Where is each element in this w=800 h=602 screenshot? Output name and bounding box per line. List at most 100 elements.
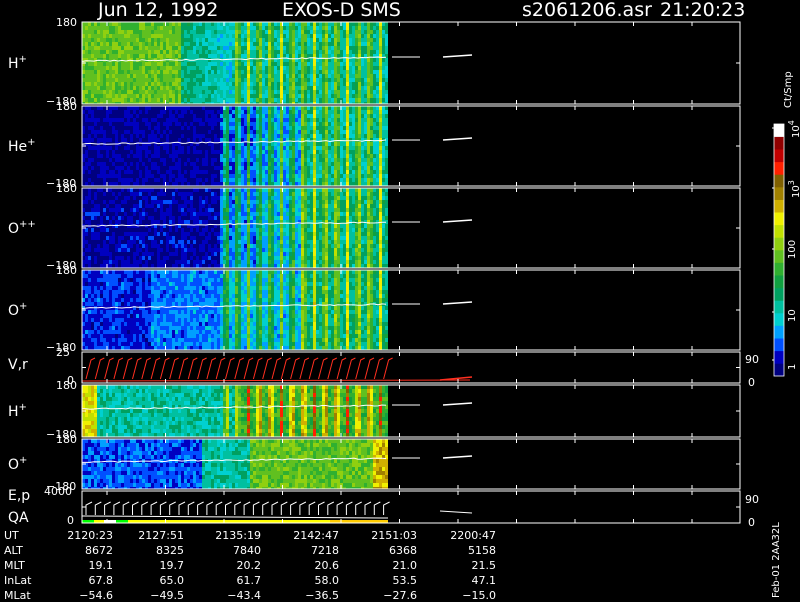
heat-cell (196, 42, 199, 46)
heat-cell (124, 26, 127, 30)
heat-cell (289, 22, 292, 26)
heat-cell (232, 38, 235, 42)
heat-cell (142, 178, 145, 182)
heat-cell (244, 142, 247, 146)
heat-cell (115, 188, 118, 192)
heat-cell (286, 174, 289, 178)
heat-cell (181, 98, 184, 102)
heat-cell (94, 216, 97, 220)
heat-cell (295, 70, 298, 74)
heat-cell (265, 158, 268, 162)
heat-cell (232, 22, 235, 26)
heat-cell (247, 122, 250, 126)
heat-cell (235, 42, 238, 46)
heat-cell (304, 166, 307, 170)
heat-cell (178, 244, 181, 248)
heat-cell (112, 248, 115, 252)
heat-cell (121, 208, 124, 212)
heat-cell (352, 114, 355, 118)
heat-cell (358, 126, 361, 130)
heat-cell (151, 208, 154, 212)
heat-cell (145, 236, 148, 240)
heat-cell (94, 54, 97, 58)
heat-cell (220, 122, 223, 126)
heat-cell (172, 42, 175, 46)
heat-cell (202, 66, 205, 70)
heat-cell (217, 38, 220, 42)
heat-cell (94, 196, 97, 200)
heat-cell (295, 78, 298, 82)
heat-cell (97, 200, 100, 204)
heat-cell (91, 138, 94, 142)
heat-cell (325, 114, 328, 118)
heat-cell (103, 212, 106, 216)
heat-cell (319, 82, 322, 86)
heat-cell (121, 74, 124, 78)
heat-cell (199, 170, 202, 174)
heat-cell (289, 154, 292, 158)
heat-cell (280, 38, 283, 42)
heat-cell (271, 106, 274, 110)
heat-cell (229, 70, 232, 74)
heat-cell (319, 54, 322, 58)
heat-cell (223, 174, 226, 178)
heat-cell (199, 62, 202, 66)
heat-cell (97, 54, 100, 58)
heat-cell (385, 50, 388, 54)
heat-cell (334, 162, 337, 166)
heat-cell (310, 38, 313, 42)
heat-cell (145, 174, 148, 178)
heat-cell (163, 150, 166, 154)
heat-cell (136, 114, 139, 118)
heat-cell (127, 134, 130, 138)
heat-cell (124, 200, 127, 204)
heat-cell (151, 98, 154, 102)
heat-cell (322, 50, 325, 54)
heat-cell (202, 212, 205, 216)
heat-cell (271, 94, 274, 98)
heat-cell (382, 22, 385, 26)
heat-cell (367, 62, 370, 66)
heat-cell (379, 170, 382, 174)
heat-cell (262, 70, 265, 74)
heat-cell (175, 126, 178, 130)
heat-cell (193, 264, 196, 268)
heat-cell (94, 208, 97, 212)
heat-cell (331, 86, 334, 90)
heat-cell (115, 26, 118, 30)
heat-cell (208, 86, 211, 90)
heat-cell (250, 50, 253, 54)
heat-cell (256, 118, 259, 122)
heat-cell (295, 50, 298, 54)
heat-cell (280, 78, 283, 82)
heat-cell (376, 30, 379, 34)
heat-cell (100, 138, 103, 142)
heat-cell (127, 82, 130, 86)
heat-cell (328, 66, 331, 70)
heat-cell (337, 174, 340, 178)
heat-cell (250, 138, 253, 142)
heat-cell (319, 66, 322, 70)
heat-cell (262, 182, 265, 186)
heat-cell (343, 138, 346, 142)
heat-cell (352, 86, 355, 90)
heat-cell (85, 122, 88, 126)
heat-cell (100, 122, 103, 126)
heat-cell (319, 34, 322, 38)
heat-cell (106, 26, 109, 30)
heat-cell (343, 170, 346, 174)
heat-cell (127, 34, 130, 38)
heat-cell (286, 106, 289, 110)
heat-cell (310, 174, 313, 178)
heat-cell (88, 178, 91, 182)
heat-cell (352, 110, 355, 114)
heat-cell (205, 70, 208, 74)
heat-cell (112, 252, 115, 256)
heat-cell (154, 150, 157, 154)
heat-cell (205, 74, 208, 78)
heat-cell (139, 220, 142, 224)
heat-cell (121, 170, 124, 174)
heat-cell (127, 200, 130, 204)
heat-cell (193, 252, 196, 256)
heat-cell (325, 106, 328, 110)
